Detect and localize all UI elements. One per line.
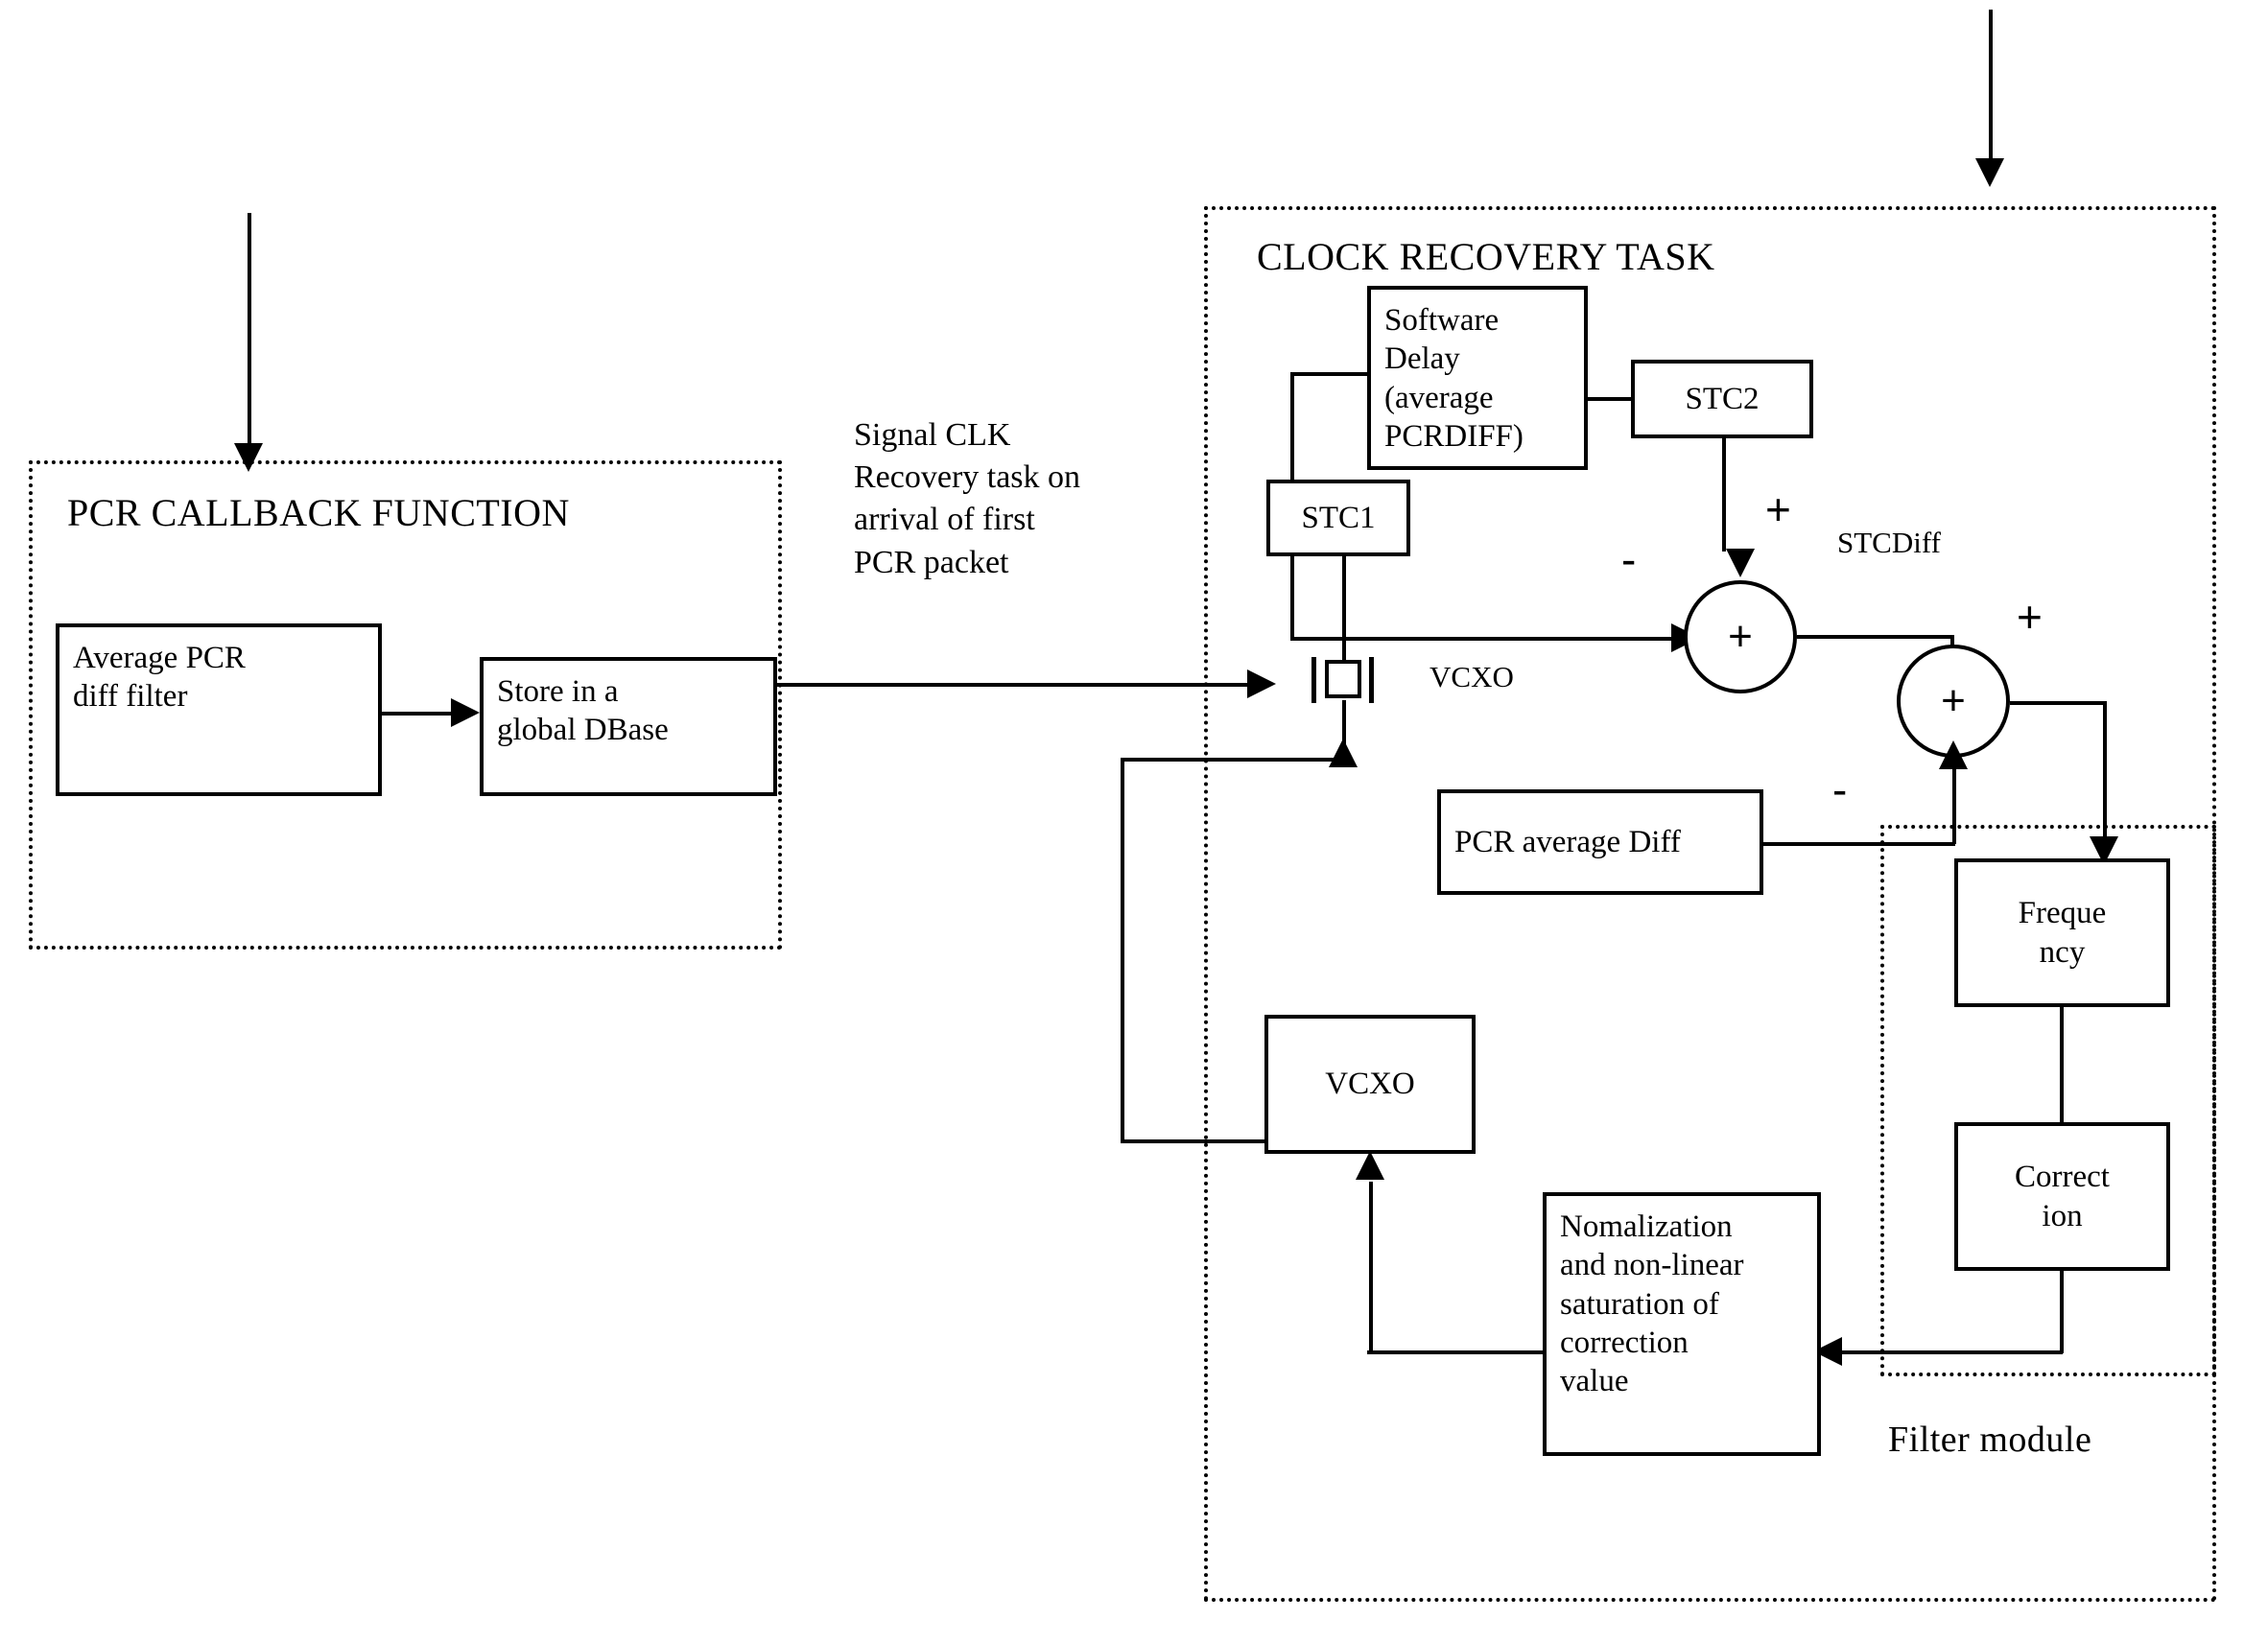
filter-module-title: Filter module (1888, 1420, 2092, 1460)
pcr-callback-title: PCR CALLBACK FUNCTION (67, 491, 570, 534)
pcr-average-diff-label: PCR average Diff (1454, 824, 1681, 859)
correction-to-normalization-wire (1823, 1350, 2063, 1354)
clock-recovery-input-arrowhead (1975, 158, 2004, 187)
error-summer-plus-sign: + (2017, 592, 2043, 642)
pcr-average-diff-box[interactable]: PCR average Diff (1437, 789, 1763, 895)
stc2-box[interactable]: STC2 (1631, 360, 1813, 438)
crystal-plate-left (1311, 657, 1316, 703)
pcr-callback-input-wire (248, 213, 251, 462)
filter-to-store-wire (382, 712, 455, 716)
stcdiff-output-wire (1797, 635, 1952, 639)
software-delay-box[interactable]: Software Delay (average PCRDIFF) (1367, 286, 1588, 470)
stc2-label: STC2 (1685, 381, 1760, 416)
stcdiff-summer: + (1684, 580, 1797, 693)
stc1-to-crystal-vertical-wire (1290, 554, 1294, 641)
store-global-dbase-label: Store in a global DBase (497, 674, 669, 748)
error-summer-output-wire (2010, 701, 2106, 705)
correction-box[interactable]: Correct ion (1954, 1122, 2170, 1271)
stcdiff-summer-symbol: + (1728, 613, 1753, 660)
average-pcr-diff-filter-box[interactable]: Average PCR diff filter (56, 623, 382, 796)
average-pcr-diff-filter-label: Average PCR diff filter (73, 641, 246, 715)
stc1-box[interactable]: STC1 (1266, 480, 1410, 556)
clock-recovery-title: CLOCK RECOVERY TASK (1257, 235, 1715, 278)
stc2-to-summer-arrowhead (1726, 549, 1755, 577)
vcxo-feedback-right-wire (1121, 758, 1339, 762)
clock-recovery-input-wire (1989, 10, 1993, 173)
correction-output-down-wire (2060, 1271, 2064, 1353)
normalization-label: Nomalization and non-linear saturation o… (1560, 1209, 1744, 1398)
vcxo-feedback-up-wire (1121, 758, 1124, 1141)
normalization-to-vcxo-wire (1367, 1350, 1546, 1354)
frequency-label: Freque ncy (2018, 896, 2107, 970)
stcdiff-summer-plus-sign: + (1765, 484, 1791, 534)
store-global-dbase-box[interactable]: Store in a global DBase (480, 657, 777, 796)
diagram-canvas: PCR CALLBACK FUNCTION Average PCR diff f… (0, 0, 2268, 1643)
normalization-box[interactable]: Nomalization and non-linear saturation o… (1543, 1192, 1821, 1456)
error-summer-minus-sign: - (1832, 764, 1848, 814)
filter-to-store-arrowhead (451, 698, 480, 727)
correction-label: Correct ion (2015, 1160, 2110, 1233)
stc1-to-summer-wire (1290, 637, 1684, 641)
stc1-label: STC1 (1301, 500, 1376, 535)
frequency-to-correction-wire (2060, 1007, 2064, 1124)
store-to-clock-recovery-wire (777, 683, 1257, 687)
software-delay-label: Software Delay (average PCRDIFF) (1384, 303, 1524, 454)
crystal-body (1325, 660, 1361, 698)
stcdiff-summer-minus-sign: - (1621, 534, 1637, 584)
software-delay-to-stc2-wire (1588, 397, 1634, 401)
vcxo-crystal-symbol (1308, 657, 1381, 703)
crystal-plate-right (1369, 657, 1374, 703)
stc1-branch-up-wire (1290, 374, 1294, 481)
vcxo-output-left-wire (1121, 1139, 1266, 1143)
signal-clk-annotation: Signal CLK Recovery task on arrival of f… (854, 417, 1081, 580)
normalization-to-vcxo-arrowhead (1356, 1151, 1384, 1180)
crystal-bottom-arrowhead (1329, 739, 1358, 767)
error-summer-symbol: + (1941, 677, 1966, 724)
stc1-to-software-delay-wire (1290, 372, 1371, 376)
vcxo-box[interactable]: VCXO (1264, 1015, 1476, 1154)
frequency-box[interactable]: Freque ncy (1954, 858, 2170, 1007)
crystal-feed-wire (1342, 556, 1346, 660)
stc2-to-summer-wire (1722, 438, 1726, 552)
stcdiff-label: STCDiff (1837, 526, 1941, 559)
vcxo-symbol-label: VCXO (1429, 660, 1514, 693)
pcr-average-diff-arrowhead (1939, 740, 1968, 769)
normalization-to-vcxo-up-wire (1369, 1182, 1373, 1352)
vcxo-box-label: VCXO (1325, 1067, 1415, 1102)
